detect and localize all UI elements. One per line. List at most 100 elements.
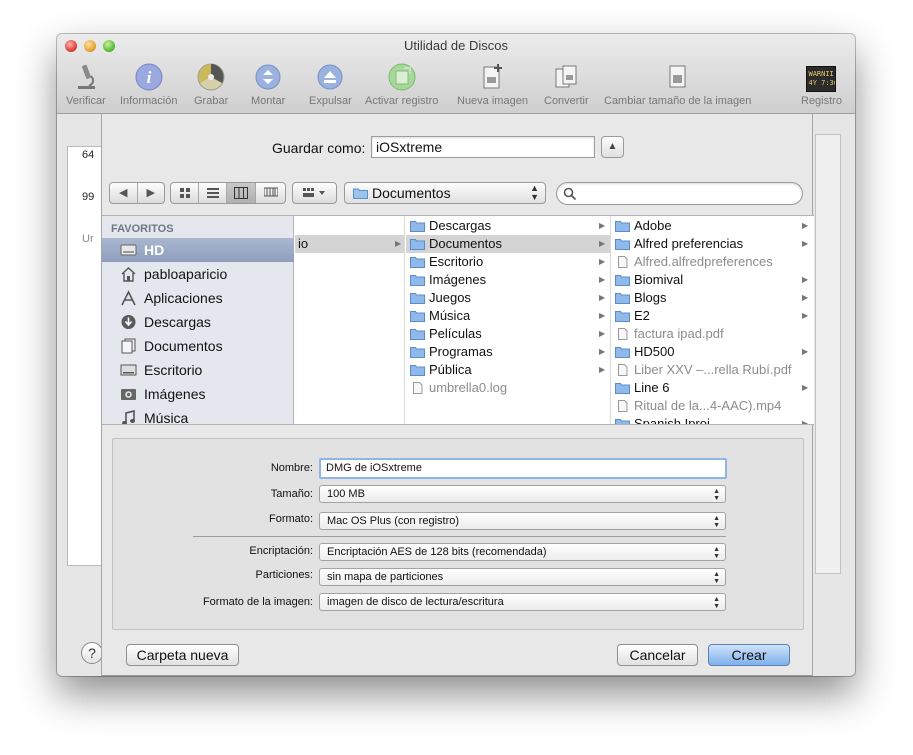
list-item-label: E2	[634, 308, 650, 323]
resize-image-button[interactable]: Cambiar tamaño de la imagen	[604, 62, 751, 107]
burn-button[interactable]: Grabar	[194, 62, 228, 107]
search-field[interactable]	[556, 182, 803, 205]
cancel-button[interactable]: Cancelar	[617, 644, 698, 666]
list-item[interactable]: Ritual de la...4-AAC).mp4	[611, 397, 813, 415]
enable-journaling-button[interactable]: Activar registro	[365, 62, 438, 107]
size-popup[interactable]: 100 MB ▲ ▼	[319, 485, 726, 503]
list-item[interactable]: HD500 ▶	[611, 343, 813, 361]
list-item[interactable]: umbrella0.log	[406, 379, 610, 397]
chevron-right-icon: ▶	[599, 365, 606, 374]
journal-icon	[388, 63, 416, 91]
list-item-label: Programas	[429, 344, 493, 359]
document-icon	[618, 256, 628, 268]
new-image-label: Nueva imagen	[457, 95, 528, 107]
list-item[interactable]: Descargas ▶	[406, 217, 610, 235]
list-item[interactable]: Películas ▶	[406, 325, 610, 343]
image-options-panel: Nombre: DMG de iOSxtreme Tamaño: 100 MB ▲…	[112, 438, 804, 630]
size-label: Tamaño:	[270, 488, 313, 500]
back-forward-control: ◀ ▶	[109, 182, 165, 204]
list-item[interactable]: Escritorio ▶	[406, 253, 610, 271]
document-icon	[618, 364, 628, 376]
sidebar-item-desktop[interactable]: Escritorio	[102, 358, 294, 382]
new-folder-button[interactable]: Carpeta nueva	[126, 644, 239, 666]
hard-drive-icon	[120, 244, 137, 256]
mount-button[interactable]: Montar	[251, 62, 285, 107]
chevron-right-icon: ▶	[802, 347, 809, 356]
size-value: 100 MB	[327, 488, 365, 500]
sidebar-item-home[interactable]: pabloaparicio	[102, 262, 294, 286]
image-name-field[interactable]: DMG de iOSxtreme	[319, 458, 727, 479]
chevron-right-icon: ▶	[802, 221, 809, 230]
chevron-right-icon: ▶	[802, 383, 809, 392]
list-item[interactable]: Alfred preferencias ▶	[611, 235, 813, 253]
sidebar-item-label: pabloaparicio	[144, 266, 228, 282]
list-item[interactable]: Programas ▶	[406, 343, 610, 361]
folder-icon	[615, 383, 630, 394]
sidebar-item-documents[interactable]: Documentos	[102, 334, 294, 358]
sidebar-item-label: Imágenes	[144, 386, 206, 402]
list-item[interactable]: Documentos ▶	[406, 235, 610, 253]
save-as-field[interactable]: iOSxtreme	[371, 136, 595, 158]
list-item-label: Biomival	[634, 272, 684, 287]
sidebar-item-hd[interactable]: HD	[102, 238, 294, 262]
list-item[interactable]: io ▶	[295, 235, 404, 253]
list-view-button[interactable]	[199, 183, 227, 203]
folder-icon	[410, 239, 425, 250]
verify-label: Verificar	[66, 95, 106, 107]
list-item[interactable]: E2 ▶	[611, 307, 813, 325]
convert-button[interactable]: Convertir	[544, 62, 589, 107]
expand-sheet-button[interactable]: ▲	[601, 136, 624, 158]
create-button[interactable]: Crear	[708, 644, 790, 666]
list-item[interactable]: Line 6 ▶	[611, 379, 813, 397]
list-item[interactable]: Biomival ▶	[611, 271, 813, 289]
list-item-label: Música	[429, 308, 471, 323]
list-item[interactable]: Pública ▶	[406, 361, 610, 379]
list-item[interactable]: Alfred.alfredpreferences	[611, 253, 813, 271]
cover-flow-icon	[263, 187, 278, 197]
home-icon	[121, 267, 136, 282]
list-item[interactable]: Imágenes ▶	[406, 271, 610, 289]
list-item-label: Documentos	[429, 236, 502, 251]
column-documents-parent: Descargas ▶ Documentos ▶ Escritorio ▶ Imágenes…	[406, 216, 611, 424]
sidebar-item-label: Escritorio	[144, 362, 203, 378]
encryption-popup[interactable]: Encriptación AES de 128 bits (recomendad…	[319, 543, 726, 561]
help-button[interactable]: ?	[81, 642, 103, 664]
sidebar-item-music[interactable]: Música	[102, 406, 294, 424]
column-view-icon	[234, 187, 248, 199]
partitions-popup[interactable]: sin mapa de particiones ▲ ▼	[319, 568, 726, 586]
sidebar-item-applications[interactable]: Aplicaciones	[102, 286, 294, 310]
arrange-control	[292, 182, 337, 204]
list-item[interactable]: Blogs ▶	[611, 289, 813, 307]
applications-icon	[121, 290, 136, 306]
image-format-value: imagen de disco de lectura/escritura	[327, 596, 504, 608]
location-popup[interactable]: Documentos ▲ ▼	[344, 182, 546, 204]
list-item[interactable]: Música ▶	[406, 307, 610, 325]
folder-icon	[410, 311, 425, 322]
forward-button[interactable]: ▶	[138, 183, 165, 203]
background-disk-item: 64	[82, 149, 95, 161]
back-button[interactable]: ◀	[110, 183, 138, 203]
icon-view-button[interactable]	[171, 183, 199, 203]
column-view-button[interactable]	[227, 183, 256, 203]
sidebar-item-pictures[interactable]: Imágenes	[102, 382, 294, 406]
list-item[interactable]: Liber XXV –...rella Rubí.pdf	[611, 361, 813, 379]
arrange-button[interactable]	[293, 183, 336, 203]
format-label: Formato:	[268, 513, 313, 525]
popup-arrows-icon: ▲ ▼	[713, 546, 720, 560]
cover-flow-button[interactable]	[256, 183, 285, 203]
info-button[interactable]: i Información	[120, 62, 177, 107]
list-item[interactable]: Juegos ▶	[406, 289, 610, 307]
format-popup[interactable]: Mac OS Plus (con registro) ▲ ▼	[319, 512, 726, 530]
list-item[interactable]: factura ipad.pdf	[611, 325, 813, 343]
folder-icon	[410, 365, 425, 376]
sidebar-item-downloads[interactable]: Descargas	[102, 310, 294, 334]
verify-button[interactable]: Verificar	[66, 62, 106, 107]
list-item[interactable]: Adobe ▶	[611, 217, 813, 235]
image-format-popup[interactable]: imagen de disco de lectura/escritura ▲ ▼	[319, 593, 726, 611]
list-item[interactable]: Spanish Iproi ▶	[611, 415, 813, 424]
list-item-label: Blogs	[634, 290, 667, 305]
log-button[interactable]: WARNII 4Y 7:36 Registro	[801, 62, 842, 107]
new-image-button[interactable]: Nueva imagen	[457, 62, 528, 107]
eject-icon	[317, 64, 343, 90]
eject-button[interactable]: Expulsar	[309, 62, 352, 107]
